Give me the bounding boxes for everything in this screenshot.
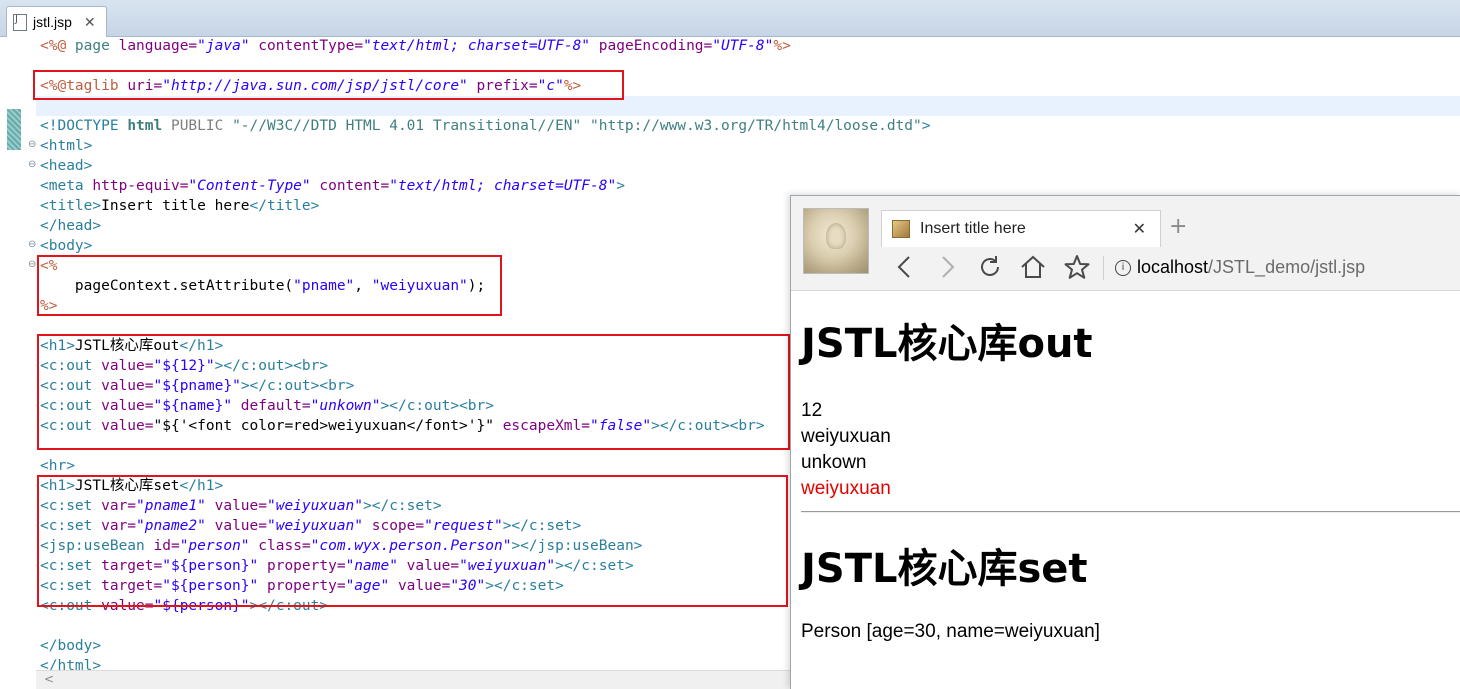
close-tab-icon[interactable]: ✕: [1133, 219, 1146, 239]
highlight-box-cout: [37, 334, 790, 450]
code-line: </body>: [40, 638, 102, 654]
star-icon[interactable]: [1063, 254, 1091, 280]
code-line: <hr>: [40, 458, 75, 474]
output-line-pname: weiyuxuan: [801, 426, 891, 447]
output-line-red-font: weiyuxuan: [801, 478, 891, 499]
info-icon[interactable]: i: [1115, 260, 1131, 276]
horizontal-rule: [801, 511, 1460, 513]
new-tab-icon[interactable]: +: [1169, 214, 1187, 239]
fold-icon[interactable]: ⊖: [28, 260, 36, 270]
fold-icon[interactable]: ⊖: [28, 140, 36, 150]
code-line: <meta http-equiv="Content-Type" content=…: [40, 178, 625, 194]
editor-tab-label: jstl.jsp: [33, 14, 72, 30]
address-bar[interactable]: localhost/JSTL_demo/jstl.jsp: [1137, 257, 1365, 278]
code-line: <%@ page language="java" contentType="te…: [40, 38, 791, 54]
fold-icon[interactable]: ⊖: [28, 240, 36, 250]
output-line-default: unkown: [801, 452, 867, 473]
page-content: JSTL核心库out 12 weiyuxuan unkown weiyuxuan…: [801, 292, 1460, 645]
code-line: <html>: [40, 138, 93, 154]
favicon-icon: [892, 220, 910, 238]
highlight-box-taglib: [33, 70, 624, 100]
editor-tab-jstl[interactable]: jstl.jsp ✕: [6, 6, 107, 37]
home-icon[interactable]: [1019, 254, 1047, 280]
profile-avatar[interactable]: [803, 208, 869, 274]
output-person: Person [age=30, name=weiyuxuan]: [801, 621, 1100, 642]
browser-window: Insert title here ✕ + i localhost/JSTL_d…: [790, 195, 1460, 689]
url-host: localhost: [1137, 257, 1209, 277]
output-line-12: 12: [801, 400, 823, 421]
code-line: <!DOCTYPE html PUBLIC "-//W3C//DTD HTML …: [40, 118, 931, 134]
jsp-file-icon: [13, 13, 27, 31]
browser-tab[interactable]: Insert title here ✕: [881, 210, 1161, 247]
change-marker: [7, 109, 21, 150]
editor-gutter: ⊖ ⊖ ⊖ ⊖: [0, 37, 36, 677]
browser-tab-title: Insert title here: [920, 220, 1026, 237]
highlight-box-cset: [37, 475, 788, 607]
heading-set: JSTL核心库set: [801, 546, 1088, 592]
code-line: </head>: [40, 218, 102, 234]
horizontal-scrollbar[interactable]: <: [36, 670, 796, 689]
code-line: <head>: [40, 158, 93, 174]
close-icon[interactable]: ✕: [84, 14, 96, 31]
browser-toolbar: Insert title here ✕ + i localhost/JSTL_d…: [791, 196, 1460, 291]
url-separator: [1103, 256, 1104, 280]
code-line: <body>: [40, 238, 93, 254]
reload-icon[interactable]: [977, 254, 1003, 280]
editor-tab-bar: jstl.jsp ✕: [0, 0, 1460, 37]
url-path: /JSTL_demo/jstl.jsp: [1208, 257, 1366, 277]
forward-icon[interactable]: [935, 254, 959, 280]
highlight-box-scriptlet: [37, 255, 502, 316]
code-line: <title>Insert title here</title>: [40, 198, 320, 214]
scroll-left-icon[interactable]: <: [44, 672, 54, 686]
heading-out: JSTL核心库out: [801, 321, 1093, 367]
fold-icon[interactable]: ⊖: [28, 160, 36, 170]
back-icon[interactable]: [893, 254, 917, 280]
